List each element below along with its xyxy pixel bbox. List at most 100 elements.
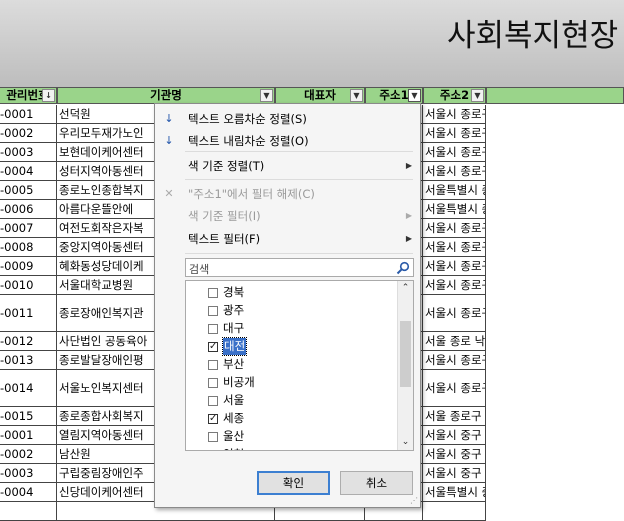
cell-id[interactable]: -0014 [0,370,57,407]
header-label: 대표자 [304,88,336,102]
header-label: 기관명 [150,88,182,102]
resize-grip-icon[interactable]: ⋰ [410,496,418,505]
cell-id[interactable]: -0015 [0,407,57,426]
cell-addr2[interactable]: 서울특별시 중구 다산로2 [423,483,486,502]
header-label: 주소1 [379,88,409,102]
cell-addr2[interactable]: 서울시 종로구 대학로 10 [423,276,486,295]
cell-id[interactable]: -0002 [0,124,57,143]
header-id: 관리번호 ↓ [0,87,57,104]
cell-id[interactable]: -0009 [0,257,57,276]
cell-id[interactable]: -0006 [0,200,57,219]
menu-item[interactable]: ↓ 텍스트 내림차순 정렬(O) [155,130,420,152]
cell-addr2[interactable]: 서울시 종로구 종로17길8 [423,351,486,370]
checkbox-unchecked[interactable] [208,432,218,442]
cell-addr2[interactable]: 서울특별시 종로구 평창 [423,200,486,219]
header-rep: 대표자 ▼ [275,87,365,104]
cell-id[interactable]: -0008 [0,238,57,257]
checkbox-checked[interactable]: ✓ [208,342,218,352]
checkbox-unchecked[interactable] [208,288,218,298]
cell-id[interactable]: -0007 [0,219,57,238]
clear-filter-icon: ✕ [164,187,174,200]
menu-separator [185,179,413,180]
cell-addr2[interactable]: 서울시 종로구 평창4길 2 [423,143,486,162]
cell-addr2[interactable]: 서울시 종로구 지봉로12나 [423,124,486,143]
cell-addr2[interactable]: 서울시 종로구 자하문로8 [423,295,486,332]
menu-item[interactable]: 색 기준 정렬(T) ▶ [155,155,420,177]
search-icon [396,261,410,275]
menu-item-label: 텍스트 오름차순 정렬(S) [188,112,307,126]
cell-id[interactable]: -0013 [0,351,57,370]
dropdown-arrow-icon[interactable]: ▼ [260,89,273,102]
ok-button[interactable]: 확인 [257,471,330,495]
checkbox-checked[interactable]: ✓ [208,414,218,424]
cancel-button[interactable]: 취소 [340,471,413,495]
cell-addr2[interactable]: 서울시 중구 소파로 2길 3 [423,445,486,464]
cell-id[interactable]: -0004 [0,483,57,502]
scroll-down-icon[interactable]: ⌄ [398,435,413,450]
checkbox-unchecked[interactable] [208,396,218,406]
checkbox-unchecked[interactable] [208,378,218,388]
cell-id[interactable]: -0004 [0,162,57,181]
menu-item: ✕ "주소1"에서 필터 해제(C) [155,183,420,205]
filter-value-label: 서울 [223,393,245,407]
cell-id[interactable]: -0002 [0,445,57,464]
sort-ascending-icon: ↓ [164,112,174,125]
filter-value-label: 경북 [223,285,245,299]
sort-filter-icon[interactable]: ↓ [42,89,55,102]
menu-separator [185,151,413,152]
cell-id[interactable]: -0003 [0,143,57,162]
checkbox-unchecked[interactable] [208,360,218,370]
filter-value-label: 부산 [223,357,245,371]
scroll-thumb[interactable] [400,321,411,387]
filter-value-label: 인천 [223,446,244,450]
cell-addr2[interactable] [423,502,486,521]
submenu-arrow-icon: ▶ [405,161,412,170]
checkbox-unchecked[interactable] [208,324,218,334]
filter-value-label: 대구 [223,321,245,335]
submenu-arrow-icon: ▶ [405,234,412,243]
cell-id[interactable]: -0010 [0,276,57,295]
filter-funnel-icon[interactable]: ▼ [408,89,421,102]
header-label: 주소2 [439,88,470,102]
menu-separator [185,253,413,254]
menu-item-label: 색 기준 정렬(T) [188,159,265,173]
cell-addr2[interactable]: 서울시 종로구 창신7가길 [423,162,486,181]
cell-addr2[interactable]: 서울시 종로구 충신길 22 [423,238,486,257]
sheet-title: 사회복지현장 [447,18,619,54]
cell-addr2[interactable]: 서울특별시 종로구 율곡로 [423,181,486,200]
cell-id[interactable]: -0001 [0,105,57,124]
cell-id[interactable] [0,502,57,521]
menu-item: 색 기준 필터(I) ▶ [155,205,420,227]
dropdown-arrow-icon[interactable]: ▼ [350,89,363,102]
cell-addr2[interactable]: 서울시 중구 서소문로 6길 [423,464,486,483]
menu-item[interactable]: 텍스트 필터(F) ▶ [155,228,420,250]
header-name: 기관명 ▼ [57,87,275,104]
menu-item-label: "주소1"에서 필터 해제(C) [188,187,315,201]
header-addr1: 주소1 ▼ [365,87,423,104]
cell-addr2[interactable]: 서울시 중구 퇴계로88나길 [423,426,486,445]
scroll-up-icon[interactable]: ⌃ [398,281,413,296]
list-scrollbar[interactable]: ⌃ ⌄ [397,281,413,450]
checkbox-unchecked[interactable] [208,306,218,316]
cell-id[interactable]: -0001 [0,426,57,445]
cell-id[interactable]: -0011 [0,295,57,332]
checkbox-unchecked[interactable] [208,450,218,451]
cell-addr2[interactable]: 서울시 종로구 세검정로7 [423,105,486,124]
autofilter-menu: ↓ 텍스트 오름차순 정렬(S) ↓ 텍스트 내림차순 정렬(O) 색 기준 정렬(T)… [154,103,421,508]
cell-addr2[interactable]: 서울 종로 낙산성곽동길 5 [423,332,486,351]
cell-addr2[interactable]: 서울시 종로구 삼일대로 4 [423,370,486,407]
filter-value-label: 울산 [223,429,245,443]
filter-value-label: 비공개 [223,375,255,389]
cell-addr2[interactable]: 서울 종로구 지봉로 13길 [423,407,486,426]
cell-addr2[interactable]: 서울시 종로구 혜화로 12 [423,257,486,276]
menu-item-label: 텍스트 필터(F) [188,232,261,246]
cell-addr2[interactable]: 서울시 종로구 율곡로 19 [423,219,486,238]
dropdown-arrow-icon[interactable]: ▼ [471,89,484,102]
search-placeholder: 검색 [189,263,210,276]
filter-values-list[interactable]: 경북광주대구✓대전부산비공개서울✓세종울산인천 ⌃ ⌄ [185,280,414,451]
cell-id[interactable]: -0005 [0,181,57,200]
filter-search-input[interactable]: 검색 [185,258,414,277]
cell-id[interactable]: -0012 [0,332,57,351]
cell-id[interactable]: -0003 [0,464,57,483]
menu-item[interactable]: ↓ 텍스트 오름차순 정렬(S) [155,108,420,130]
